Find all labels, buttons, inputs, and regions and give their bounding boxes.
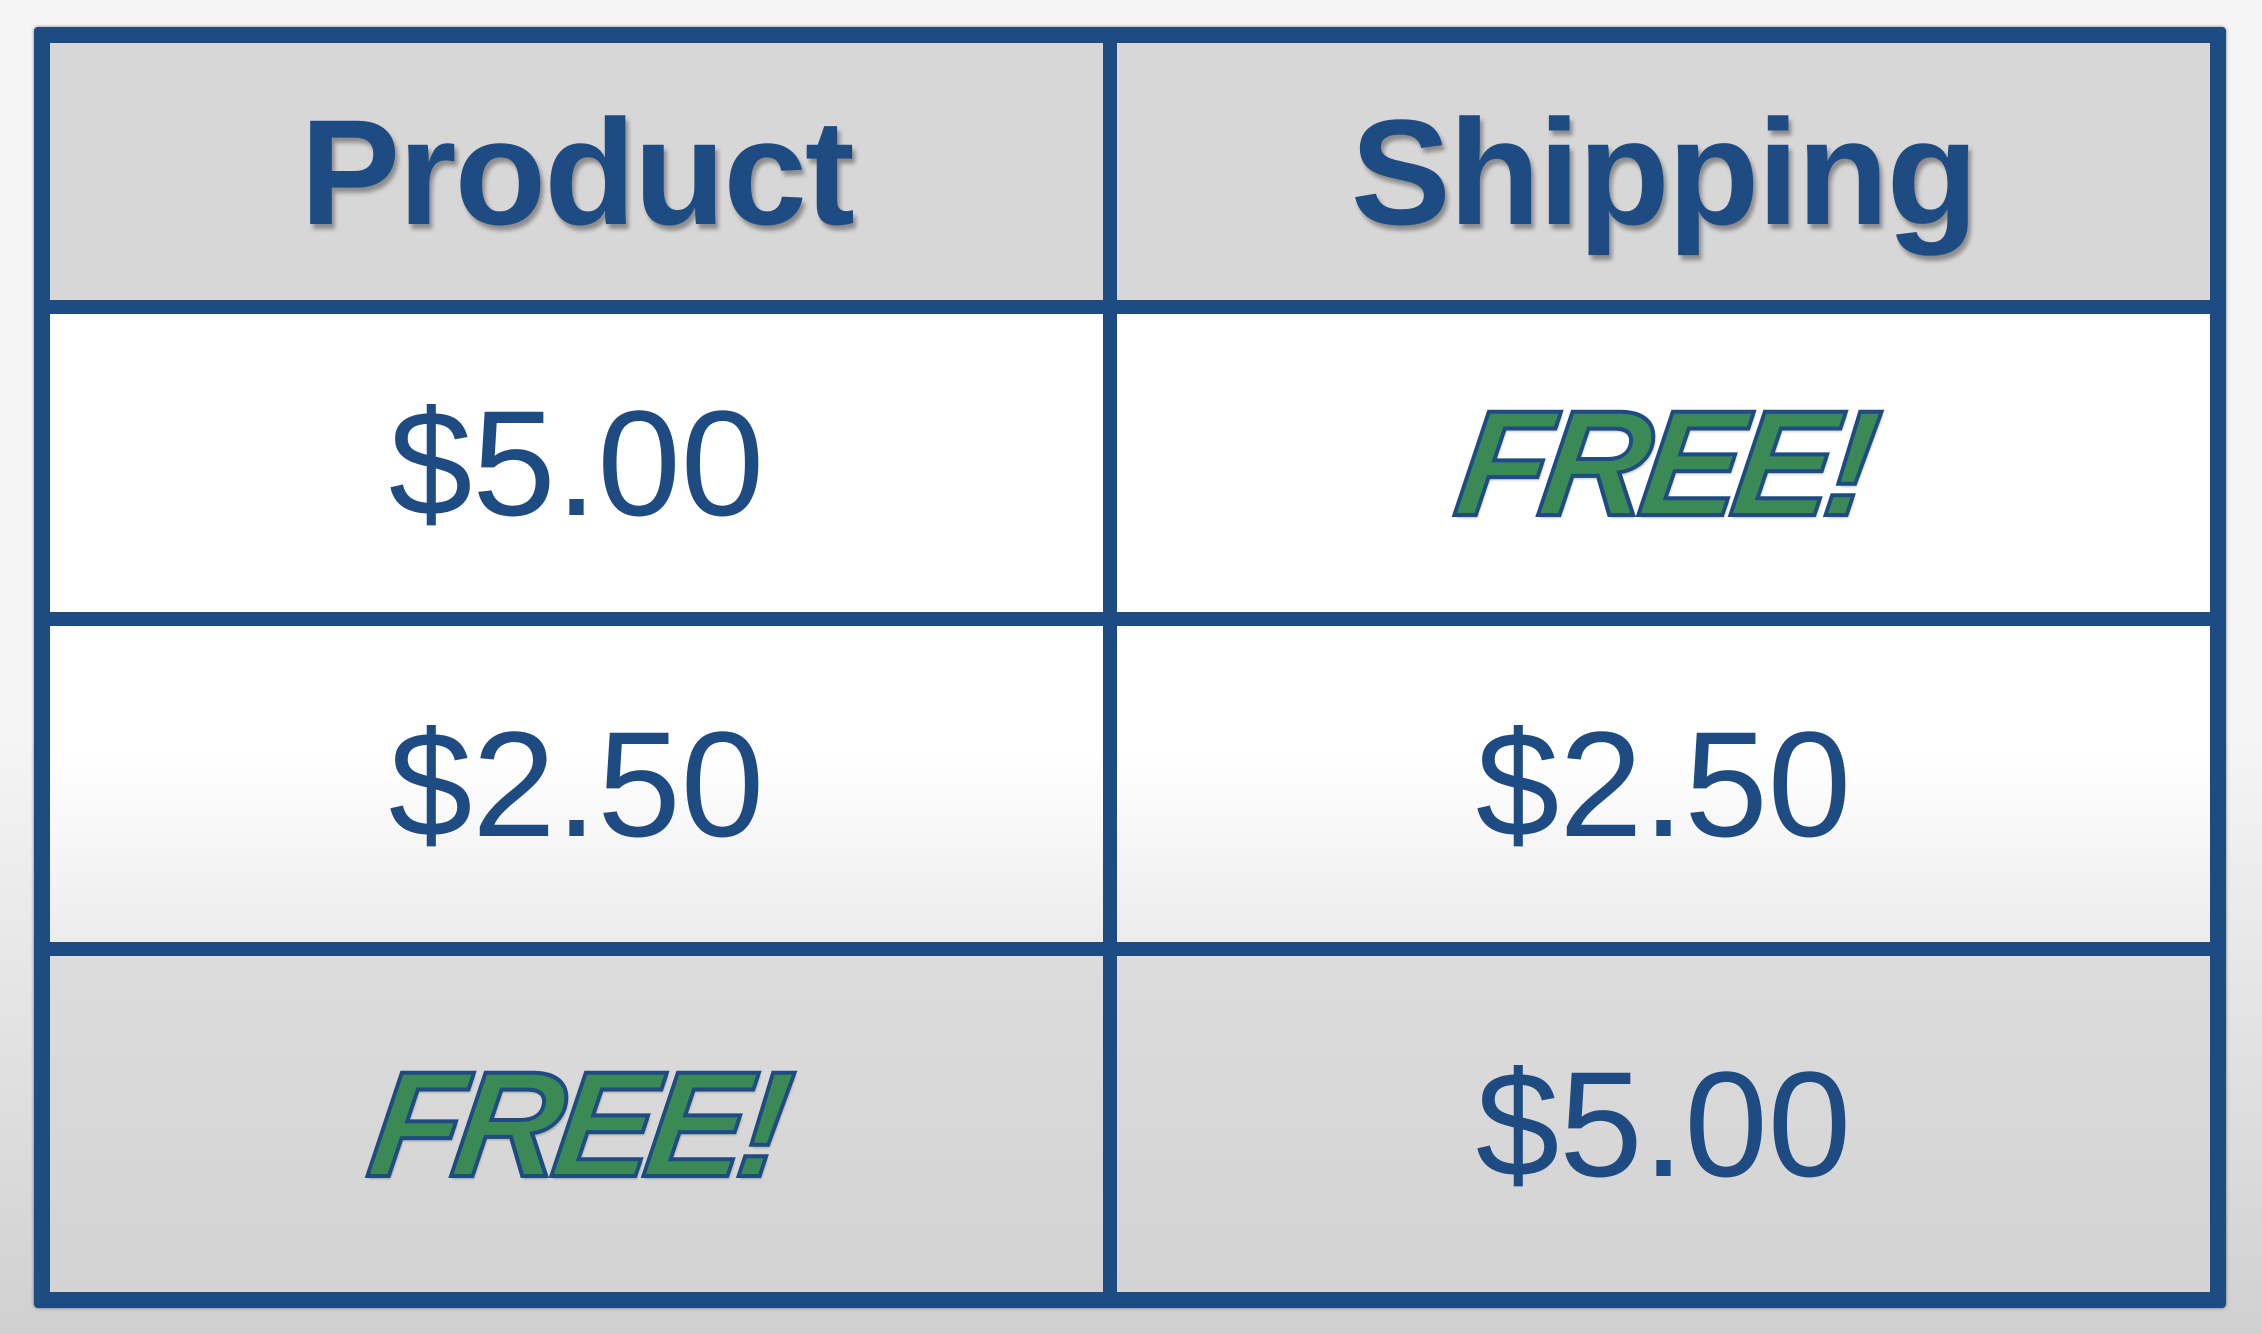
shipping-price: $2.50 — [1475, 700, 1852, 868]
header-product: Product — [300, 87, 855, 256]
table-cell: FREE! — [1117, 314, 2210, 626]
header-shipping: Shipping — [1350, 87, 1979, 256]
price-table-grid: Product Shipping $5.00 FREE! $2.50 $2.50… — [50, 43, 2210, 1292]
shipping-free-label: FREE! — [1445, 377, 1883, 549]
price-table: Product Shipping $5.00 FREE! $2.50 $2.50… — [34, 27, 2226, 1308]
header-cell-shipping: Shipping — [1117, 43, 2210, 314]
header-cell-product: Product — [50, 43, 1117, 314]
table-cell: $5.00 — [1117, 956, 2210, 1292]
table-cell: $5.00 — [50, 314, 1117, 626]
shipping-price: $5.00 — [1475, 1040, 1852, 1208]
product-free-label: FREE! — [358, 1038, 796, 1210]
table-cell: $2.50 — [50, 626, 1117, 956]
product-price: $5.00 — [388, 379, 765, 547]
product-price: $2.50 — [388, 700, 765, 868]
table-cell: FREE! — [50, 956, 1117, 1292]
table-cell: $2.50 — [1117, 626, 2210, 956]
